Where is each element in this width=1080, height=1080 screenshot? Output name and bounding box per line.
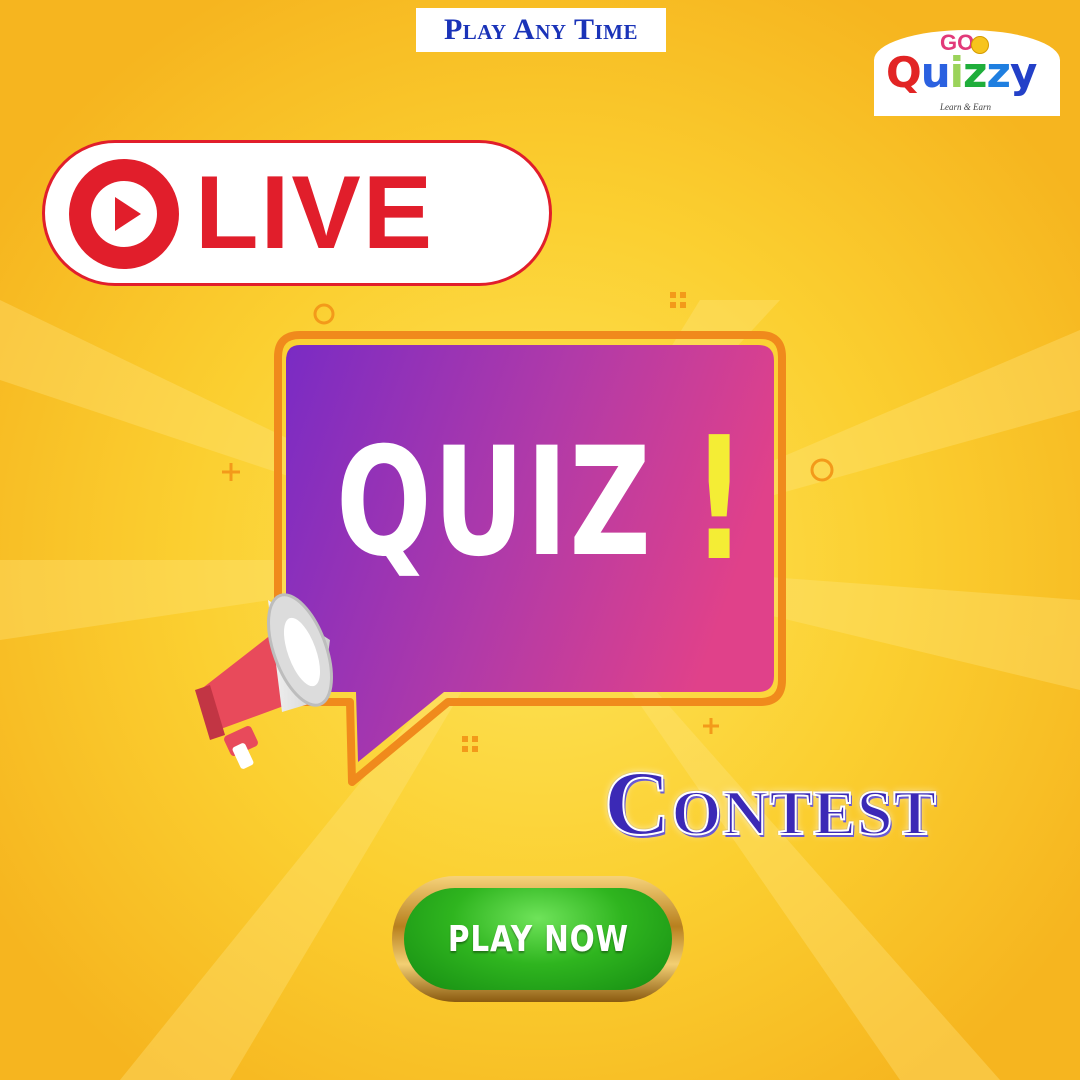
play-now-button[interactable]: PLAY NOW xyxy=(404,888,672,990)
quiz-word: QUIZ xyxy=(336,416,653,590)
play-now-button-frame: PLAY NOW xyxy=(392,876,684,1002)
contest-title: Contest xyxy=(603,751,938,855)
quiz-exclamation: ! xyxy=(692,401,747,599)
play-now-label: PLAY NOW xyxy=(447,918,629,960)
